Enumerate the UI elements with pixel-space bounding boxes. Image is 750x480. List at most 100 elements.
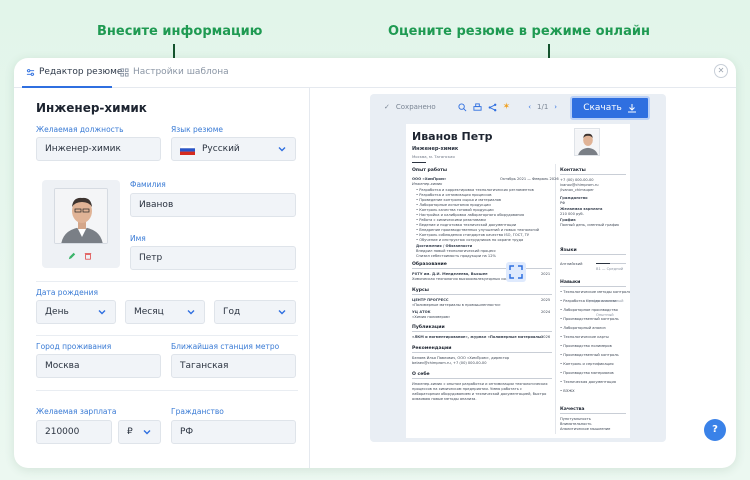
label-salary: Желаемая зарплата — [36, 407, 117, 416]
languages-heading: Языки — [560, 248, 577, 253]
share-icon[interactable] — [488, 103, 497, 112]
trash-icon[interactable] — [84, 252, 92, 260]
course-year: 2025 — [541, 298, 551, 302]
label-resume-language: Язык резюме — [171, 125, 223, 134]
resume-photo — [574, 128, 600, 156]
field-value: Инженер-химик — [45, 144, 121, 154]
achievement: Снизил себестоимость продукции на 12% — [416, 254, 496, 258]
section-line — [560, 254, 626, 255]
recommendation-contact: belaev@chimprom.ru, +7 (00) 000-00-00 — [412, 361, 487, 365]
company: ООО «ХимПром» — [412, 177, 447, 181]
close-button[interactable]: ✕ — [714, 64, 728, 78]
next-page-icon[interactable]: › — [554, 103, 557, 111]
page-indicator: 1/1 — [537, 103, 549, 111]
tab-resume-editor[interactable]: Редактор резюме — [26, 67, 122, 77]
accent-line — [412, 162, 426, 163]
recommendations-heading: Рекомендации — [412, 346, 452, 351]
chevron-down-icon — [278, 310, 286, 315]
schedule-label: График — [560, 218, 576, 222]
birth-month-select[interactable]: Месяц — [125, 300, 205, 324]
duty-item: • Ведение и подготовка технической докум… — [416, 223, 517, 227]
resume-language-select[interactable]: Русский — [171, 137, 296, 161]
form-title: Инженер-химик — [36, 101, 147, 115]
duty-item: • Проведение контроля сырья и материалов — [416, 198, 502, 202]
skills-heading: Навыки — [560, 280, 581, 285]
field-value: Месяц — [134, 307, 164, 317]
saved-status: Сохранено — [395, 103, 436, 111]
skill-item: • Производство полимеров — [560, 344, 612, 348]
prev-page-icon[interactable]: ‹ — [528, 103, 531, 111]
email: ivanov@chimprom.ru — [560, 183, 599, 187]
tab-template-settings[interactable]: Настройки шаблона — [120, 67, 229, 77]
column-divider — [555, 164, 556, 434]
zoom-icon[interactable] — [458, 102, 467, 112]
field-value: Таганская — [180, 361, 229, 371]
duty-item: • Обучение и инструктаж сотрудников по о… — [416, 238, 524, 242]
skill-level: Опытный — [596, 313, 614, 317]
field-value: Год — [223, 307, 241, 317]
recommendation: Беляев Илья Павлович, ООО «ХимПром», дир… — [412, 356, 510, 360]
course-name: «Химия полимеров» — [412, 315, 451, 319]
label-first-name: Имя — [130, 234, 146, 243]
quality: Пунктуальность — [560, 417, 591, 421]
course-org: ЦЕНТР ПРОГРЕСС — [412, 298, 449, 302]
schedule: Полный день, сменный график — [560, 223, 620, 227]
publication-year: 2026 — [541, 335, 551, 339]
skill-item: • Производственный контроль — [560, 317, 619, 321]
magic-wand-icon[interactable]: ✶ — [503, 102, 511, 112]
chevron-down-icon — [187, 310, 195, 315]
tab-bar: Редактор резюме Настройки шаблона ✕ — [14, 58, 736, 88]
check-icon: ✓ — [384, 103, 390, 111]
caption-preview-online: Оцените резюме в режиме онлайн — [388, 24, 650, 39]
birth-day-select[interactable]: День — [36, 300, 116, 324]
download-icon — [627, 104, 636, 113]
grid-icon — [120, 67, 129, 77]
resume-sheet: Иванов Петр Инженер-химик Москва, м. Таг… — [406, 124, 630, 438]
field-value: День — [45, 307, 69, 317]
section-line — [560, 413, 626, 414]
about-heading: О себе — [412, 372, 430, 377]
expand-button[interactable] — [506, 262, 526, 282]
skill-item: • Технологические методы контроля — [560, 290, 630, 294]
print-icon[interactable] — [473, 102, 482, 112]
label-birth-date: Дата рождения — [36, 288, 98, 297]
currency-select[interactable]: ₽ — [118, 420, 161, 444]
duty-item: • Контроль соблюдения стандартов качеств… — [416, 233, 530, 237]
experience-heading: Опыт работы — [412, 168, 448, 173]
skill-item: • Производство материалов — [560, 371, 614, 375]
duty-item: • Настройка и калибровка лабораторного о… — [416, 213, 525, 217]
company-dates: Октябрь 2021 — Февраль 2026 — [500, 177, 559, 181]
field-value: Иванов — [139, 200, 174, 210]
section-line — [412, 294, 552, 295]
social: /ivanov_chimsuper — [560, 188, 594, 192]
duty-item: • Контроль качества готовой продукции — [416, 208, 494, 212]
photo-upload[interactable] — [42, 180, 120, 268]
course-name: «Полимерные материалы в промышленности» — [412, 303, 501, 307]
quality: Аналитическое мышление — [560, 427, 611, 431]
caption-fill-info: Внесите информацию — [97, 24, 263, 39]
last-name-input[interactable]: Иванов — [130, 193, 296, 217]
tab-label: Редактор резюме — [39, 67, 123, 77]
achievements-heading: Достижения / Обязанности — [416, 244, 473, 248]
duty-item: • Работа с химическими реактивами — [416, 218, 486, 222]
resume-editor: Инженер-химик Желаемая должность Инженер… — [24, 88, 310, 468]
label-last-name: Фамилия — [130, 180, 166, 189]
section-line — [412, 331, 552, 332]
birth-year-select[interactable]: Год — [214, 300, 296, 324]
chevron-down-icon — [278, 147, 286, 152]
field-value: Петр — [139, 253, 163, 263]
download-button[interactable]: Скачать — [570, 96, 650, 120]
desired-position-input[interactable]: Инженер-химик — [36, 137, 161, 161]
salary-input[interactable]: 210000 — [36, 420, 112, 444]
university: РХТУ им. Д.И. Менделеева, Высшее — [412, 272, 488, 276]
about-text: Инженер-химик с опытом разработки и опти… — [412, 382, 548, 401]
close-icon: ✕ — [717, 66, 725, 75]
pencil-icon[interactable] — [68, 252, 76, 260]
metro-input[interactable]: Таганская — [171, 354, 296, 378]
help-button[interactable]: ? — [704, 419, 726, 441]
resume-name: Иванов Петр — [412, 130, 493, 143]
city-input[interactable]: Москва — [36, 354, 161, 378]
first-name-input[interactable]: Петр — [130, 246, 296, 270]
citizenship-input[interactable]: РФ — [171, 420, 296, 444]
label-metro: Ближайшая станция метро — [171, 342, 280, 351]
